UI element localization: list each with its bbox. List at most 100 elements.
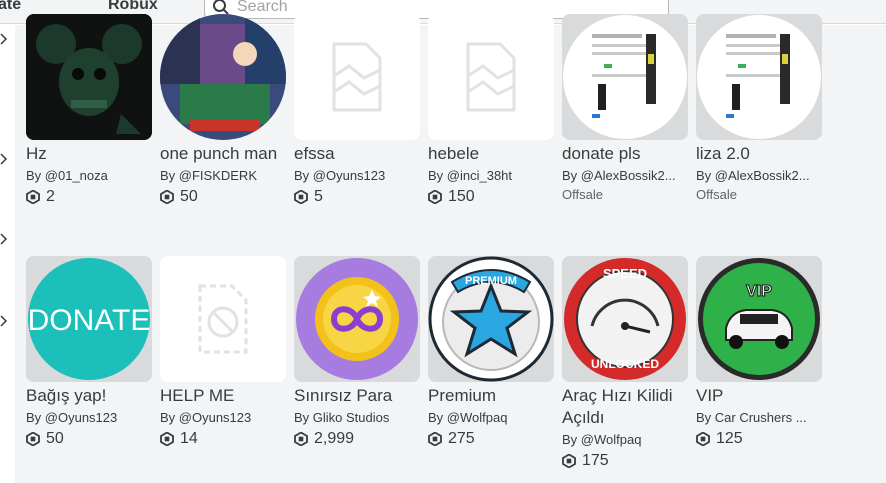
- mouse-thumbnail-image: [26, 14, 152, 140]
- item-name[interactable]: efssa: [294, 143, 422, 165]
- speed-thumbnail-text: SPEED: [603, 266, 647, 281]
- item-price: 50: [160, 187, 288, 207]
- vip-thumbnail-text: VIP: [746, 283, 772, 300]
- item-thumbnail[interactable]: [160, 256, 286, 382]
- catalog-item-card[interactable]: Sınırsız Para By Gliko Studios 2,999: [294, 256, 422, 449]
- item-creator[interactable]: By @AlexBossik2...: [696, 168, 822, 184]
- item-name[interactable]: Hz: [26, 143, 154, 165]
- robux-icon: [26, 190, 40, 204]
- price-value: 275: [448, 430, 475, 447]
- robux-icon: [294, 190, 308, 204]
- item-creator[interactable]: By @Wolfpaq: [562, 432, 688, 448]
- item-thumbnail[interactable]: SPEED UNLOCKED: [562, 256, 688, 382]
- item-name[interactable]: Araç Hızı Kilidi Açıldı: [562, 385, 682, 429]
- item-name[interactable]: Sınırsız Para: [294, 385, 422, 407]
- item-thumbnail[interactable]: [294, 14, 420, 140]
- item-creator[interactable]: By @Wolfpaq: [428, 410, 554, 426]
- item-name[interactable]: donate pls: [562, 143, 690, 165]
- item-thumbnail[interactable]: DONATE: [26, 256, 152, 382]
- chevron-right-icon[interactable]: [0, 33, 8, 45]
- item-name[interactable]: one punch man: [160, 143, 280, 165]
- item-price: 14: [160, 429, 288, 449]
- item-thumbnail[interactable]: [294, 256, 420, 382]
- robux-icon: [160, 432, 174, 446]
- item-creator[interactable]: By Car Crushers ...: [696, 410, 822, 426]
- item-creator[interactable]: By @Oyuns123: [294, 168, 420, 184]
- catalog-item-card[interactable]: SPEED UNLOCKED Araç Hızı Kilidi Açıldı B…: [562, 256, 690, 471]
- premium-star-thumbnail-image: PREMIUM: [428, 256, 554, 382]
- robux-icon: [562, 454, 576, 468]
- robux-icon: [428, 432, 442, 446]
- blocked-image-icon: [198, 284, 248, 354]
- nav-create-link[interactable]: ate: [0, 0, 21, 14]
- item-name[interactable]: Bağış yap!: [26, 385, 154, 407]
- catalog-item-card[interactable]: VIP VIP By Car Crushers ... 125: [696, 256, 824, 449]
- item-price: 275: [428, 429, 556, 449]
- item-creator[interactable]: By @FISKDERK: [160, 168, 286, 184]
- robux-icon: [696, 432, 710, 446]
- robux-icon: [26, 432, 40, 446]
- item-name[interactable]: liza 2.0: [696, 143, 824, 165]
- item-price: 2,999: [294, 429, 422, 449]
- placeholder-image-icon: [466, 42, 516, 112]
- catalog-item-card[interactable]: HELP ME By @Oyuns123 14: [160, 256, 288, 449]
- catalog-item-card[interactable]: liza 2.0 By @AlexBossik2... Offsale: [696, 14, 824, 203]
- catalog-item-card[interactable]: Hz By @01_noza 2: [26, 14, 154, 207]
- catalog-item-card[interactable]: PREMIUM Premium By @Wolfpaq 275: [428, 256, 556, 449]
- item-price: 125: [696, 429, 824, 449]
- item-name[interactable]: VIP: [696, 385, 824, 407]
- price-value: 150: [448, 188, 475, 205]
- price-value: 175: [582, 452, 609, 469]
- item-price: 175: [562, 451, 690, 471]
- catalog-item-card[interactable]: efssa By @Oyuns123 5: [294, 14, 422, 207]
- item-thumbnail[interactable]: [562, 14, 688, 140]
- left-sidebar-strip: [0, 25, 15, 483]
- screenshot-thumbnail-image: [696, 14, 822, 140]
- price-value: 50: [180, 188, 198, 205]
- robux-icon: [428, 190, 442, 204]
- catalog-item-card[interactable]: donate pls By @AlexBossik2... Offsale: [562, 14, 690, 203]
- item-price: 150: [428, 187, 556, 207]
- item-creator[interactable]: By @AlexBossik2...: [562, 168, 688, 184]
- robux-icon: [294, 432, 308, 446]
- item-thumbnail[interactable]: VIP: [696, 256, 822, 382]
- infinity-coin-thumbnail-image: [294, 256, 420, 382]
- item-price: 5: [294, 187, 422, 207]
- item-thumbnail[interactable]: [696, 14, 822, 140]
- donate-thumbnail-image: DONATE: [26, 256, 152, 382]
- catalog-item-card[interactable]: DONATE Bağış yap! By @Oyuns123 50: [26, 256, 154, 449]
- item-name[interactable]: HELP ME: [160, 385, 288, 407]
- offsale-label: Offsale: [562, 187, 603, 202]
- chevron-right-icon[interactable]: [0, 233, 8, 245]
- catalog-grid: Hz By @01_noza 2 one punch man By @FISKD…: [15, 14, 886, 483]
- item-creator[interactable]: By Gliko Studios: [294, 410, 420, 426]
- item-name[interactable]: Premium: [428, 385, 556, 407]
- item-thumbnail[interactable]: [26, 14, 152, 140]
- premium-thumbnail-text: PREMIUM: [465, 275, 517, 287]
- item-creator[interactable]: By @inci_38ht: [428, 168, 554, 184]
- anime-thumbnail-image: [160, 14, 286, 140]
- nav-robux-link[interactable]: Robux: [108, 0, 158, 14]
- catalog-item-card[interactable]: hebele By @inci_38ht 150: [428, 14, 556, 207]
- unlocked-thumbnail-text: UNLOCKED: [591, 357, 659, 371]
- catalog-item-card[interactable]: one punch man By @FISKDERK 50: [160, 14, 288, 207]
- offsale-label: Offsale: [696, 187, 737, 202]
- vip-car-thumbnail-image: VIP: [696, 256, 822, 382]
- donate-thumbnail-text: DONATE: [28, 304, 151, 337]
- item-name[interactable]: hebele: [428, 143, 556, 165]
- item-thumbnail[interactable]: [428, 14, 554, 140]
- screenshot-thumbnail-image: [562, 14, 688, 140]
- item-price: 2: [26, 187, 154, 207]
- price-value: 5: [314, 188, 323, 205]
- price-value: 2: [46, 188, 55, 205]
- chevron-right-icon[interactable]: [0, 315, 8, 327]
- chevron-right-icon[interactable]: [0, 153, 8, 165]
- item-creator[interactable]: By @Oyuns123: [160, 410, 286, 426]
- item-creator[interactable]: By @Oyuns123: [26, 410, 152, 426]
- item-creator[interactable]: By @01_noza: [26, 168, 152, 184]
- item-thumbnail[interactable]: [160, 14, 286, 140]
- price-value: 125: [716, 430, 743, 447]
- speedometer-thumbnail-image: SPEED UNLOCKED: [562, 256, 688, 382]
- price-value: 50: [46, 430, 64, 447]
- item-thumbnail[interactable]: PREMIUM: [428, 256, 554, 382]
